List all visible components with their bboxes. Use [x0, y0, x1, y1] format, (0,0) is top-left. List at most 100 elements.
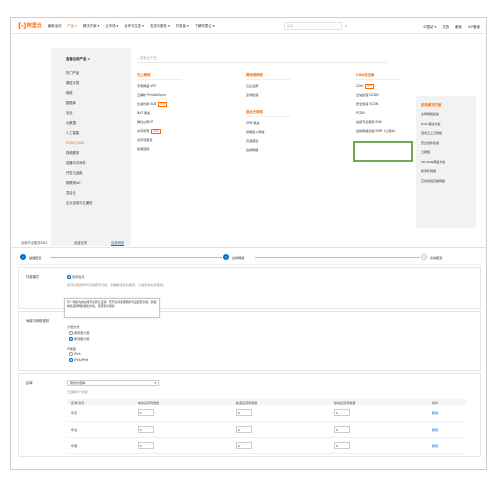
product-link[interactable]: VPN 网关 [246, 121, 291, 130]
billing-option-bandwidth[interactable]: 按带宽计费 [69, 330, 89, 335]
aliyun-logo[interactable]: [-] 阿里云 [18, 22, 42, 30]
product-link[interactable]: 高速通道 [246, 139, 291, 148]
radio-icon [69, 352, 73, 356]
nav-item-products[interactable]: 产品 ▾ [67, 23, 77, 28]
pay-label: 付费模式 [26, 275, 40, 279]
step-dot-3: 3 [421, 254, 427, 260]
ip-option-v6[interactable]: IPv4/IPv6 [69, 358, 88, 362]
solution-link[interactable]: 新零售网络 [421, 169, 476, 179]
sidebar-item-bigdata[interactable]: 大数据 [66, 120, 76, 125]
solution-link[interactable]: 互动视频直播网络 [421, 179, 476, 189]
product-search-input[interactable]: ⌕ 搜索云产品 [137, 54, 387, 63]
region-select[interactable]: 按省份选择 ▾ [67, 380, 159, 386]
solution-link[interactable]: 混合云上云网络 [421, 131, 476, 141]
sidebar-item-ai[interactable]: 人工智能 [66, 130, 79, 135]
product-link[interactable]: 云解析 PrivateZone [137, 93, 182, 102]
telecom-count-input[interactable]: 0 [137, 425, 154, 433]
mobile-count-input[interactable]: 0 [333, 425, 350, 433]
sidebar-item-video[interactable]: 视频服务 [66, 150, 79, 155]
product-link[interactable]: 共享带宽 NEW [137, 129, 182, 138]
delete-link[interactable]: 删除 [432, 444, 438, 448]
view-all-products-link[interactable]: 查看全部产品 > [66, 56, 90, 61]
sidebar-item-security[interactable]: 安全 [66, 110, 73, 115]
nav-docs-link[interactable]: 文档 [442, 24, 449, 29]
nav-item-support[interactable]: 支持与服务 ▾ [150, 23, 170, 28]
sidebar-item-hybrid[interactable]: 混合云 [66, 190, 76, 195]
unicom-count-input[interactable]: 0 [235, 425, 252, 433]
tab-edge-network[interactable]: 边缘网络 [111, 240, 125, 246]
mobile-count-input[interactable]: 0 [333, 409, 350, 417]
product-link[interactable]: 边缘网络 [246, 148, 291, 157]
nav-item-marketplace[interactable]: 云市场 ▾ [105, 23, 118, 28]
product-link[interactable]: 负载均衡 SLB HOT [137, 102, 182, 111]
solution-link[interactable]: 安全组件集成 [421, 141, 476, 151]
mobile-count-input[interactable]: 0 [333, 441, 350, 449]
sidebar-item-database[interactable]: 数据库 [66, 100, 76, 105]
nav-region-switch[interactable]: 中国站 ▾ [423, 24, 436, 29]
delete-link[interactable]: 删除 [432, 428, 438, 432]
nav-item-about[interactable]: 了解阿里云 ▾ [195, 23, 215, 28]
product-link[interactable]: 全站加速 DCDN [356, 93, 401, 102]
tab-create-instance[interactable]: 创建实例 [74, 240, 87, 245]
nav-filing-link[interactable]: 备案 [455, 24, 462, 29]
product-link[interactable]: 私网连接 [137, 147, 182, 156]
column-cloud-network: 云上网络 专有网络 VPC 云解析 PrivateZone 负载均衡 SLB HO… [137, 72, 182, 156]
product-link[interactable]: 安全加速 SCDN [356, 102, 401, 111]
sidebar-item-hot[interactable]: 热门产品 [66, 70, 79, 75]
solution-link[interactable]: IPv6 解决方案 [421, 122, 476, 132]
product-link[interactable]: 共享流量包 [137, 138, 182, 147]
nav-item-events[interactable]: 最新活动 [48, 23, 62, 28]
product-name: 全球加速 [246, 93, 259, 97]
product-link[interactable]: 云企业网 [246, 84, 291, 93]
sidebar-item-compute[interactable]: 弹性计算 [66, 80, 79, 85]
sidebar-item-network[interactable]: 网络 [66, 90, 73, 95]
ip-group-label: IP类型 [67, 347, 76, 351]
radio-icon [69, 358, 73, 362]
unicom-count-input[interactable]: 0 [235, 441, 252, 449]
sidebar-item-devops[interactable]: 开发与运维 [66, 170, 82, 175]
product-link[interactable]: 专有网络 VPC [137, 84, 182, 93]
billing-group-label: 计费方式 [67, 325, 80, 329]
ip-option-v4[interactable]: IPv4 [69, 352, 81, 356]
radio-icon [69, 331, 73, 335]
option-label: IPv4/IPv6 [74, 358, 89, 362]
sidebar-item-cdn[interactable]: CDN与CDN [66, 140, 84, 145]
product-link[interactable]: NAT 网关 [137, 111, 182, 120]
product-name: 负载均衡 SLB [137, 102, 157, 106]
nav-item-partners[interactable]: 合作与生态 ▾ [124, 23, 144, 28]
nav-item-solutions[interactable]: 解决方案 ▾ [83, 23, 99, 28]
sidebar-item-iot[interactable]: 物联网IoT [66, 180, 81, 185]
delete-link[interactable]: 删除 [432, 411, 438, 415]
unicom-count-input[interactable]: 0 [235, 409, 252, 417]
telecom-count-input[interactable]: 0 [137, 409, 154, 417]
screenshot-frame: [-] 阿里云 最新活动 产品 ▾ 解决方案 ▾ 云市场 ▾ 合作与生态 ▾ 支… [10, 17, 487, 470]
solution-link[interactable]: 全球网络加速 [421, 112, 476, 122]
telecom-count-input[interactable]: 0 [137, 441, 154, 449]
product-link[interactable]: 全球加速 [246, 93, 291, 102]
product-link[interactable]: 边缘网络加速 ENR（公测中） [356, 129, 401, 138]
nav-item-developers[interactable]: 开发者 ▾ [176, 23, 189, 28]
search-icon[interactable]: ⌕ [342, 22, 350, 30]
nav-search-input[interactable]: 搜索 [284, 22, 342, 30]
step-label-2: 边缘网络 [232, 256, 245, 260]
nav-icp-link[interactable]: ICP备案 [468, 24, 480, 29]
product-name: 安全加速 SCDN [356, 102, 379, 106]
product-link[interactable]: PCDN [356, 111, 401, 120]
product-link[interactable]: 弹性公网 IP [137, 120, 182, 129]
solution-link[interactable]: 云网络 [421, 150, 476, 160]
product-link[interactable]: CDN HOT [356, 84, 401, 93]
pay-option[interactable]: 包年包月 [67, 274, 84, 279]
step-dot-1: ✓ [20, 254, 26, 260]
sidebar-item-container[interactable]: 容器与中间件 [66, 160, 86, 165]
product-link[interactable]: 智能接入网关 [246, 130, 291, 139]
tab-ens[interactable]: 边缘节点服务ENS [21, 240, 47, 245]
solution-link[interactable]: SD-WAN网络方案 [421, 160, 476, 170]
sidebar-item-enterprise[interactable]: 企业应用与云通信 [66, 200, 92, 205]
action-cell: 删除 [428, 437, 467, 454]
column-cdn-edge: CDN与边缘 CDN HOT 全站加速 DCDN 安全加速 SCDN PCDN 边… [356, 72, 401, 138]
billing-option-traffic[interactable]: 按流量计费 [69, 336, 89, 341]
radio-icon [67, 275, 71, 279]
new-badge: NEW [151, 129, 161, 134]
product-link-ens[interactable]: 边缘节点服务 ENS [356, 120, 401, 129]
step-connector [50, 257, 222, 258]
